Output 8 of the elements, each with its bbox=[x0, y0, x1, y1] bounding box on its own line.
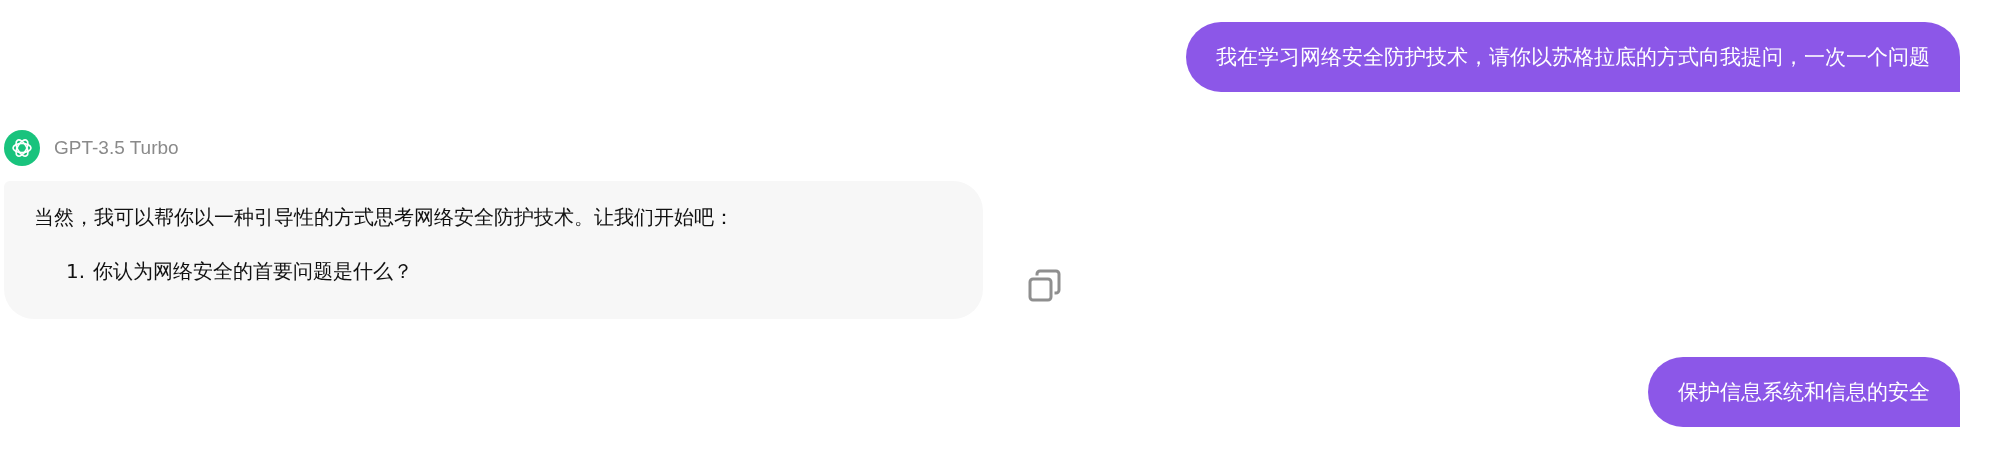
user-message: 保护信息系统和信息的安全 bbox=[1648, 357, 1960, 427]
list-item-text: 你认为网络安全的首要问题是什么？ bbox=[93, 258, 414, 285]
chatbot-logo-icon bbox=[4, 130, 40, 166]
model-name: GPT-3.5 Turbo bbox=[54, 137, 179, 159]
copy-icon[interactable] bbox=[1027, 269, 1061, 303]
list-number: 1. bbox=[66, 258, 86, 285]
message-paragraph: 当然，我可以帮你以一种引导性的方式思考网络安全防护技术。让我们开始吧： bbox=[34, 204, 735, 231]
user-message: 我在学习网络安全防护技术，请你以苏格拉底的方式向我提问，一次一个问题 bbox=[1186, 22, 1960, 92]
